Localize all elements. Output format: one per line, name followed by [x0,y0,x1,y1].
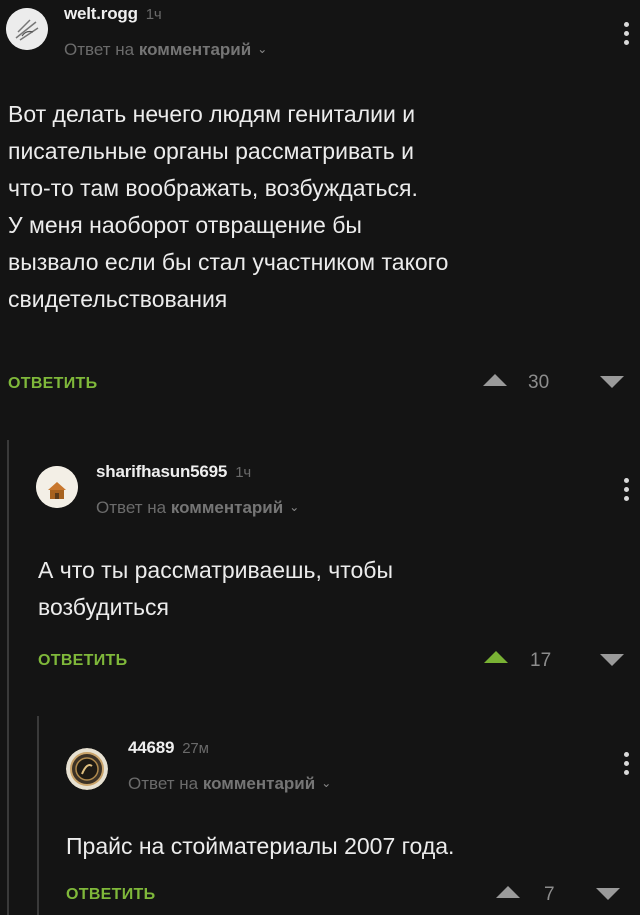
chevron-down-icon[interactable]: ⌄ [289,500,299,514]
avatar-house-icon [36,466,78,508]
chevron-down-icon[interactable]: ⌄ [321,776,331,790]
reply-to-target[interactable]: комментарий [203,774,315,793]
reply-to-link[interactable]: Ответ на комментарий ⌄ [64,40,267,60]
comment-line: возбудиться [38,594,169,620]
downvote-arrow-icon[interactable] [596,888,620,900]
upvote-arrow-icon[interactable] [484,651,508,663]
upvote-arrow-icon[interactable] [483,374,507,386]
score: 17 [530,650,552,671]
chevron-down-icon[interactable]: ⌄ [257,42,267,56]
reply-to-target[interactable]: комментарий [171,498,283,517]
reply-to-link[interactable]: Ответ на комментарий ⌄ [128,774,331,794]
thread-line [7,440,9,915]
username[interactable]: sharifhasun5695 1ч [96,462,251,482]
comment-text: Прайс на стойматериалы 2007 года. [66,828,454,865]
reply-button[interactable]: ОТВЕТИТЬ [8,375,97,393]
username[interactable]: welt.rogg 1ч [64,4,162,24]
timestamp: 1ч [145,6,162,23]
comment-text: А что ты рассматриваешь, чтобы возбудить… [38,552,393,626]
comment-line: вызвало если бы стал участником такого [8,249,449,275]
avatar-emblem-icon [66,748,108,790]
username-text[interactable]: welt.rogg [64,4,138,23]
reply-to-prefix: Ответ на [128,774,199,793]
comment-line: писательные органы рассматривать и [8,138,414,164]
avatar[interactable] [6,8,48,50]
more-options-icon[interactable] [624,752,630,779]
reply-button[interactable]: ОТВЕТИТЬ [66,886,155,904]
comment-text: Вот делать нечего людям гениталии и писа… [8,96,448,318]
reply-to-link[interactable]: Ответ на комментарий ⌄ [96,498,299,518]
reply-to-prefix: Ответ на [96,498,167,517]
comment-line: Прайс на стойматериалы 2007 года. [66,833,455,859]
reply-to-target[interactable]: комментарий [139,40,251,59]
comment-line: Вот делать нечего людям гениталии и [8,101,416,127]
reply-to-prefix: Ответ на [64,40,135,59]
comment-line: А что ты рассматриваешь, чтобы [38,557,393,583]
avatar[interactable] [66,748,108,790]
timestamp: 1ч [235,464,251,481]
avatar[interactable] [36,466,78,508]
more-options-icon[interactable] [624,22,630,49]
comment-line: У меня наоборот отвращение бы [8,212,362,238]
downvote-arrow-icon[interactable] [600,376,624,388]
downvote-arrow-icon[interactable] [600,654,624,666]
username[interactable]: 44689 27м [128,738,209,758]
score: 30 [528,372,550,393]
avatar-sketch-icon [6,8,48,50]
comment-line: что-то там воображать, возбуждаться. [8,175,418,201]
username-text[interactable]: sharifhasun5695 [96,462,227,481]
score: 7 [544,884,555,905]
upvote-arrow-icon[interactable] [496,886,520,898]
more-options-icon[interactable] [624,478,630,505]
username-text[interactable]: 44689 [128,738,174,757]
reply-button[interactable]: ОТВЕТИТЬ [38,652,127,670]
comment-line: свидетельствования [8,286,228,312]
timestamp: 27м [182,740,209,757]
thread-line [37,716,39,915]
